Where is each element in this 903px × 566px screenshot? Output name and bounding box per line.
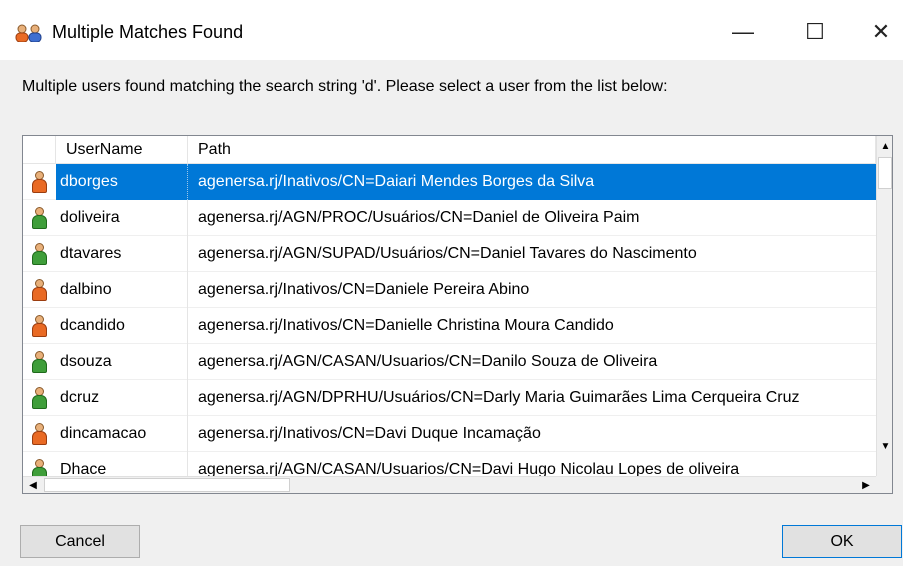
users-icon bbox=[15, 24, 42, 42]
user-icon-cell bbox=[23, 380, 56, 416]
user-icon-cell bbox=[23, 344, 56, 380]
close-button[interactable]: ✕ bbox=[858, 10, 903, 54]
path-cell: agenersa.rj/AGN/DPRHU/Usuários/CN=Darly … bbox=[198, 389, 800, 406]
username-cell: doliveira bbox=[56, 200, 188, 236]
username-cell: dsouza bbox=[56, 344, 188, 380]
username-cell: dcruz bbox=[56, 380, 188, 416]
scroll-down-arrow-icon[interactable]: ▼ bbox=[877, 436, 892, 456]
green-user-icon bbox=[32, 207, 47, 229]
header-username[interactable]: UserName bbox=[56, 136, 188, 163]
path-cell: agenersa.rj/Inativos/CN=Daiari Mendes Bo… bbox=[188, 164, 876, 200]
instruction-text: Multiple users found matching the search… bbox=[22, 78, 668, 95]
user-list[interactable]: UserName Path dborges agenersa.rj/Inativo… bbox=[22, 135, 893, 494]
horizontal-scroll-thumb[interactable] bbox=[44, 478, 290, 492]
header-path[interactable]: Path bbox=[188, 136, 876, 163]
orange-user-icon bbox=[32, 315, 47, 337]
username-cell: dtavares bbox=[56, 236, 188, 272]
path-cell: agenersa.rj/AGN/PROC/Usuários/CN=Daniel … bbox=[198, 209, 640, 226]
title-bar: Multiple Matches Found — ☐ ✕ bbox=[0, 0, 903, 60]
horizontal-scrollbar[interactable]: ◀ ▶ bbox=[23, 476, 876, 493]
green-user-icon bbox=[32, 243, 47, 265]
scroll-up-arrow-icon[interactable]: ▲ bbox=[877, 136, 892, 156]
username-cell: dincamacao bbox=[56, 416, 188, 452]
user-icon-cell bbox=[23, 236, 56, 272]
username-cell: dalbino bbox=[56, 272, 188, 308]
orange-user-icon bbox=[32, 171, 47, 193]
list-item[interactable]: dsouza agenersa.rj/AGN/CASAN/Usuarios/CN=… bbox=[23, 344, 876, 380]
list-item[interactable]: dincamacao agenersa.rj/Inativos/CN=Davi D… bbox=[23, 416, 876, 452]
orange-user-icon bbox=[32, 423, 47, 445]
username-cell: dcandido bbox=[56, 308, 188, 344]
window-title: Multiple Matches Found bbox=[52, 22, 244, 42]
minimize-button[interactable]: — bbox=[720, 10, 766, 54]
vertical-scrollbar[interactable]: ▲ ▼ bbox=[876, 136, 892, 476]
header-icon-column[interactable] bbox=[23, 136, 56, 163]
list-item[interactable]: doliveira agenersa.rj/AGN/PROC/Usuários/C… bbox=[23, 200, 876, 236]
user-icon-cell bbox=[23, 272, 56, 308]
list-item[interactable]: dtavares agenersa.rj/AGN/SUPAD/Usuários/C… bbox=[23, 236, 876, 272]
green-user-icon bbox=[32, 351, 47, 373]
path-cell: agenersa.rj/Inativos/CN=Daniele Pereira … bbox=[198, 281, 530, 298]
user-icon-cell bbox=[23, 308, 56, 344]
list-item[interactable]: dalbino agenersa.rj/Inativos/CN=Daniele P… bbox=[23, 272, 876, 308]
list-item[interactable]: dcandido agenersa.rj/Inativos/CN=Danielle… bbox=[23, 308, 876, 344]
maximize-button[interactable]: ☐ bbox=[792, 10, 838, 54]
path-cell: agenersa.rj/Inativos/CN=Davi Duque Incam… bbox=[198, 425, 541, 442]
scroll-right-arrow-icon[interactable]: ▶ bbox=[856, 477, 876, 493]
user-icon-cell bbox=[23, 416, 56, 452]
list-item[interactable]: dborges agenersa.rj/Inativos/CN=Daiari Me… bbox=[23, 164, 876, 200]
path-cell: agenersa.rj/AGN/SUPAD/Usuários/CN=Daniel… bbox=[198, 245, 697, 262]
scroll-left-arrow-icon[interactable]: ◀ bbox=[23, 477, 43, 493]
list-item[interactable]: dcruz agenersa.rj/AGN/DPRHU/Usuários/CN=D… bbox=[23, 380, 876, 416]
ok-button[interactable]: OK bbox=[782, 525, 902, 558]
vertical-scroll-thumb[interactable] bbox=[878, 157, 892, 189]
green-user-icon bbox=[32, 387, 47, 409]
scrollbar-corner bbox=[876, 476, 892, 493]
user-icon-cell bbox=[23, 200, 56, 236]
path-cell: agenersa.rj/Inativos/CN=Danielle Christi… bbox=[198, 317, 614, 334]
list-header: UserName Path bbox=[23, 136, 876, 164]
path-cell: agenersa.rj/AGN/CASAN/Usuarios/CN=Danilo… bbox=[198, 353, 658, 370]
cancel-button[interactable]: Cancel bbox=[20, 525, 140, 558]
username-cell: dborges bbox=[56, 164, 188, 200]
orange-user-icon bbox=[32, 279, 47, 301]
user-icon-cell bbox=[23, 164, 56, 200]
